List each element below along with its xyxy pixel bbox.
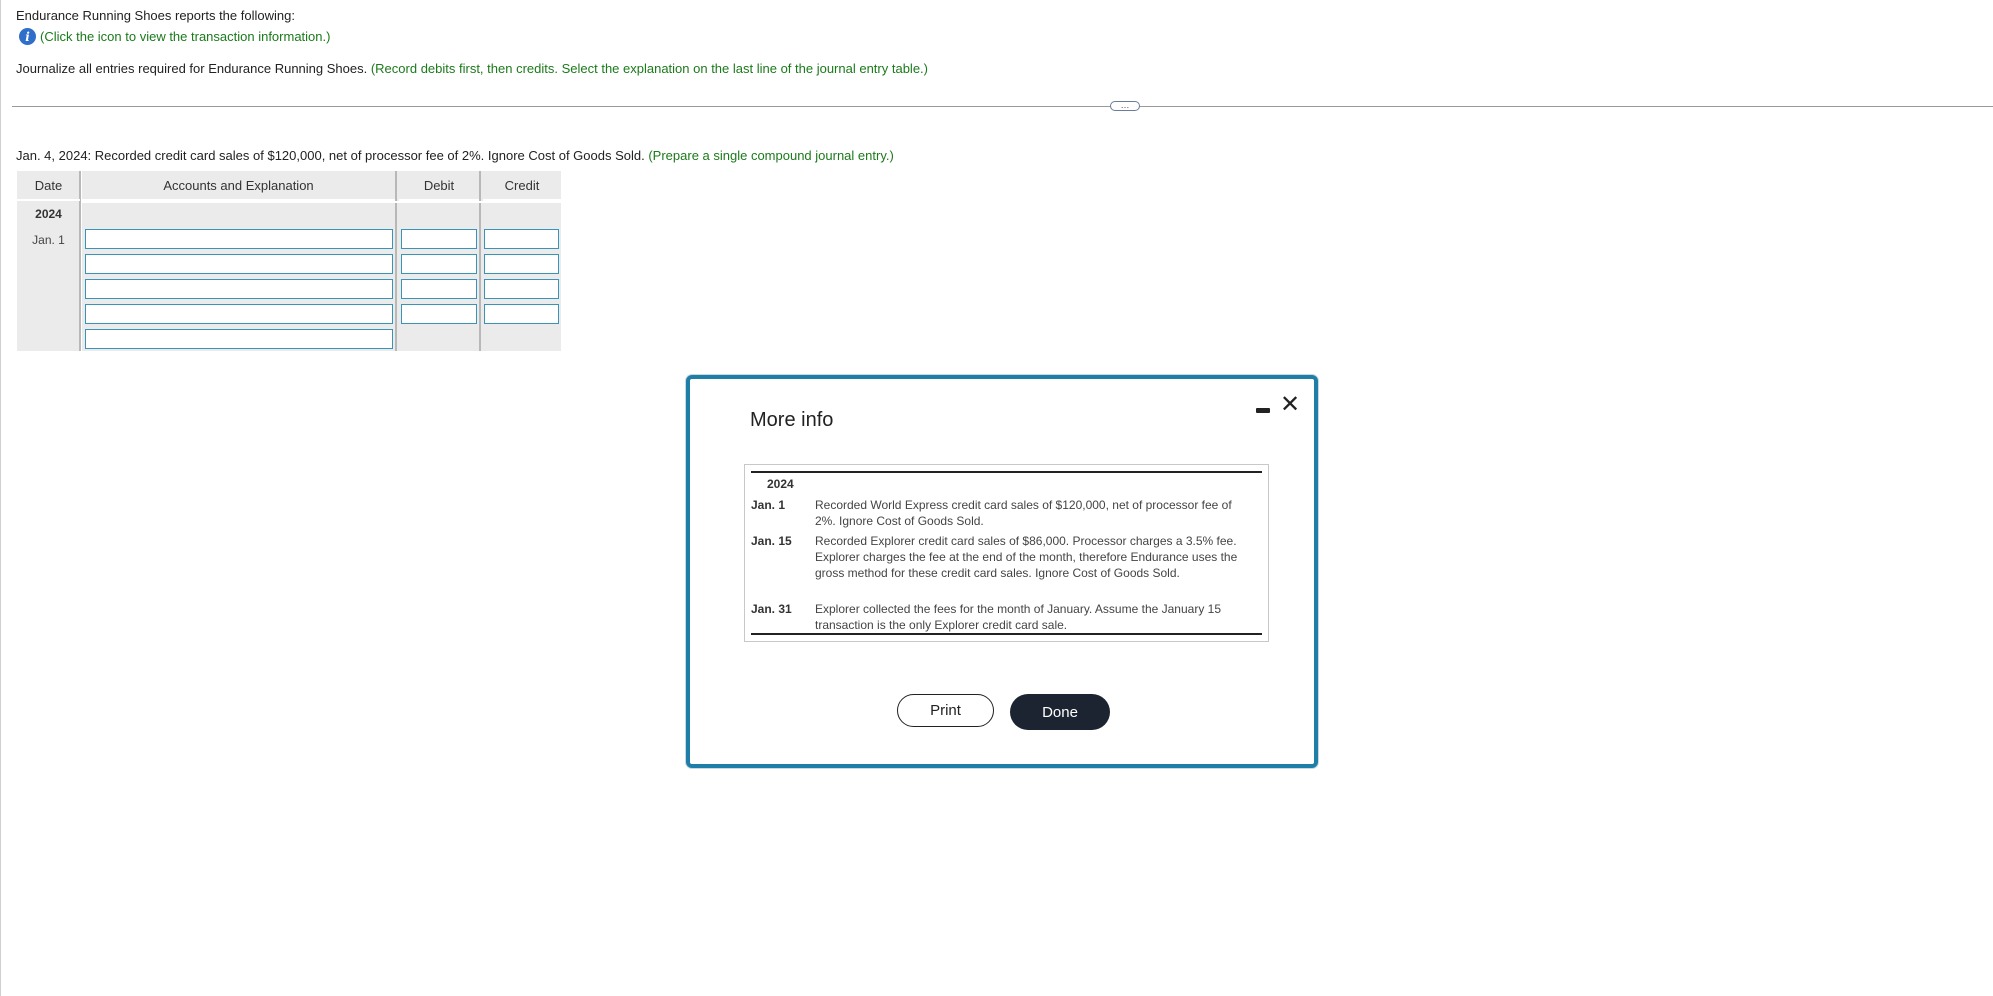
credit-input-1[interactable] bbox=[484, 229, 559, 249]
transaction-info-table: 2024 Jan. 1 Recorded World Express credi… bbox=[744, 464, 1269, 642]
debit-input-4[interactable] bbox=[401, 304, 477, 324]
info-date: Jan. 15 bbox=[751, 534, 792, 548]
header-accounts: Accounts and Explanation bbox=[82, 171, 395, 201]
info-description: Explorer collected the fees for the mont… bbox=[815, 602, 1222, 632]
question-line: Jan. 4, 2024: Recorded credit card sales… bbox=[16, 148, 894, 164]
dialog-title: More info bbox=[750, 409, 834, 431]
account-input-2[interactable] bbox=[85, 254, 393, 274]
header-date: Date bbox=[17, 171, 80, 201]
table-top-rule bbox=[751, 471, 1262, 473]
info-year: 2024 bbox=[767, 477, 794, 491]
account-input-4[interactable] bbox=[85, 304, 393, 324]
header-credit: Credit bbox=[483, 171, 561, 201]
credit-input-3[interactable] bbox=[484, 279, 559, 299]
info-icon[interactable]: i bbox=[19, 28, 36, 45]
info-link-text[interactable]: (Click the icon to view the transaction … bbox=[40, 29, 330, 45]
account-input-3[interactable] bbox=[85, 279, 393, 299]
section-divider bbox=[12, 106, 1993, 107]
instruction-line: Journalize all entries required for Endu… bbox=[16, 61, 928, 77]
question-hint: (Prepare a single compound journal entry… bbox=[648, 148, 894, 163]
more-info-dialog: More info ✕ 2024 Jan. 1 Recorded World E… bbox=[686, 375, 1318, 768]
credit-input-2[interactable] bbox=[484, 254, 559, 274]
explanation-input[interactable] bbox=[85, 329, 393, 349]
journal-date: Jan. 1 bbox=[32, 233, 65, 247]
instruction-hint: (Record debits first, then credits. Sele… bbox=[370, 61, 928, 76]
info-date: Jan. 31 bbox=[751, 602, 792, 616]
question-text: Jan. 4, 2024: Recorded credit card sales… bbox=[16, 148, 645, 163]
print-button[interactable]: Print bbox=[897, 694, 994, 727]
column-separator bbox=[479, 171, 481, 351]
intro-text: Endurance Running Shoes reports the foll… bbox=[16, 8, 295, 23]
minimize-icon[interactable] bbox=[1252, 397, 1274, 419]
page-left-border bbox=[0, 0, 1, 996]
credit-input-4[interactable] bbox=[484, 304, 559, 324]
close-icon[interactable]: ✕ bbox=[1280, 393, 1300, 417]
debit-input-2[interactable] bbox=[401, 254, 477, 274]
journal-entry-table: Date Accounts and Explanation Debit Cred… bbox=[17, 171, 561, 351]
info-row: i (Click the icon to view the transactio… bbox=[19, 28, 330, 45]
debit-input-1[interactable] bbox=[401, 229, 477, 249]
info-description: Recorded World Express credit card sales… bbox=[815, 498, 1232, 528]
info-description: Recorded Explorer credit card sales of $… bbox=[815, 534, 1238, 580]
journal-year: 2024 bbox=[35, 207, 62, 221]
instruction-text: Journalize all entries required for Endu… bbox=[16, 61, 368, 76]
debit-input-3[interactable] bbox=[401, 279, 477, 299]
info-date: Jan. 1 bbox=[751, 498, 786, 512]
account-input-1[interactable] bbox=[85, 229, 393, 249]
table-bottom-rule bbox=[751, 633, 1262, 635]
header-separator bbox=[82, 201, 561, 203]
done-button[interactable]: Done bbox=[1010, 694, 1110, 730]
column-separator bbox=[395, 171, 397, 351]
expand-handle[interactable]: … bbox=[1110, 101, 1140, 111]
header-debit: Debit bbox=[399, 171, 479, 201]
